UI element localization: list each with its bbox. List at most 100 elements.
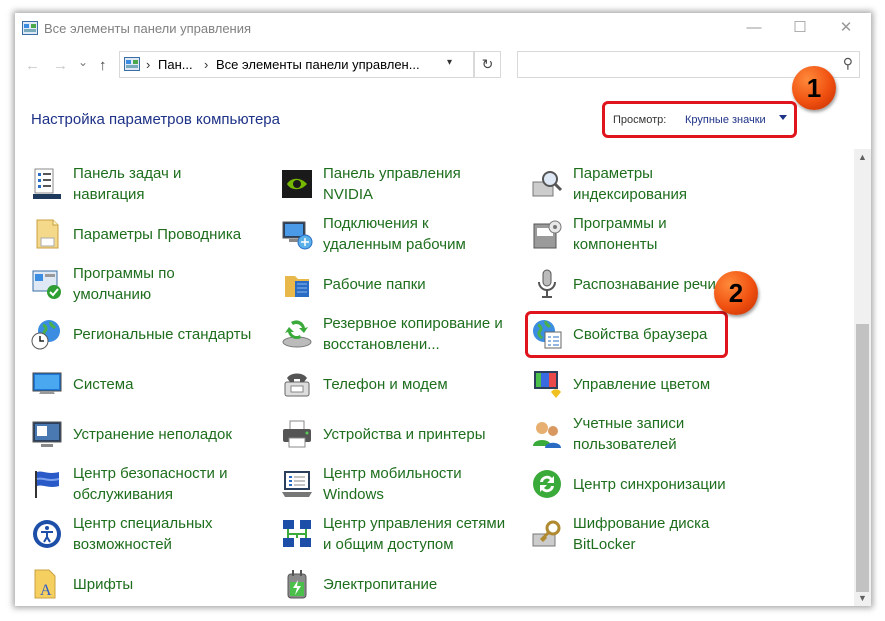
indexing-icon: [532, 171, 563, 197]
refresh-button[interactable]: ↻: [474, 51, 501, 78]
default-programs-icon: [32, 270, 61, 299]
item-label: Устройства и принтеры: [323, 425, 486, 443]
item-label: Система: [73, 375, 134, 393]
maximize-button[interactable]: ☐: [777, 13, 823, 43]
item-label: Панель управления NVIDIA: [323, 165, 461, 203]
view-by-label: Просмотр:: [613, 114, 667, 126]
item-system[interactable]: Система: [31, 362, 261, 406]
chevron-down-icon[interactable]: [779, 115, 787, 120]
region-icon: [31, 320, 60, 350]
item-accessibility[interactable]: Центр специальных возможностей: [31, 512, 261, 556]
work-folders-icon: [285, 276, 309, 297]
bitlocker-icon: [532, 520, 561, 547]
item-label: Распознавание речи: [573, 275, 716, 293]
window-title: Все элементы панели управления: [44, 21, 252, 36]
item-devices-printers[interactable]: Устройства и принтеры: [281, 412, 521, 456]
up-button[interactable]: ↑: [99, 57, 107, 74]
system-icon: [32, 372, 62, 394]
item-nvidia[interactable]: Панель управления NVIDIA: [281, 162, 521, 206]
item-label: Панель задач и навигация: [73, 165, 182, 203]
item-label: Телефон и модем: [323, 375, 448, 393]
item-label: Подключения к удаленным рабочим: [323, 215, 466, 253]
item-mobility-center[interactable]: Центр мобильности Windows: [281, 462, 521, 506]
item-label: Шифрование диска BitLocker: [573, 515, 710, 553]
troubleshooting-icon: [32, 421, 62, 447]
item-label: Учетные записи пользователей: [573, 415, 685, 453]
phone-modem-icon: [284, 373, 310, 397]
microphone-icon: [538, 269, 556, 298]
scrollbar-thumb[interactable]: [856, 324, 869, 592]
item-network-center[interactable]: Центр управления сетями и общим доступом: [281, 512, 521, 556]
item-label: Рабочие папки: [323, 275, 426, 293]
item-power-options[interactable]: Электропитание: [281, 562, 521, 606]
address-dropdown-icon[interactable]: ▾: [447, 57, 452, 68]
item-label: Программы и компоненты: [573, 215, 667, 253]
highlight-internet-options: [525, 311, 728, 358]
control-panel-icon: [124, 57, 140, 71]
scroll-up-icon[interactable]: ▲: [858, 152, 867, 162]
item-user-accounts[interactable]: Учетные записи пользователей: [531, 412, 771, 456]
item-label: Центр специальных возможностей: [73, 515, 213, 553]
sync-icon: [533, 470, 561, 498]
item-phone-modem[interactable]: Телефон и модем: [281, 362, 521, 406]
forward-button[interactable]: →: [53, 57, 68, 74]
back-button[interactable]: ←: [25, 57, 40, 74]
breadcrumb-control-panel[interactable]: Пан...: [158, 57, 193, 72]
page-title: Настройка параметров компьютера: [31, 111, 280, 128]
control-panel-icon: [22, 21, 38, 35]
minimize-button[interactable]: —: [731, 13, 777, 43]
breadcrumb-separator: ›: [146, 57, 151, 72]
printer-icon: [283, 420, 311, 448]
item-default-programs[interactable]: Программы по умолчанию: [31, 262, 261, 306]
item-color-management[interactable]: Управление цветом: [531, 362, 771, 406]
network-icon: [283, 520, 311, 547]
color-management-icon: [534, 371, 561, 398]
item-work-folders[interactable]: Рабочие папки: [281, 262, 521, 306]
address-bar[interactable]: › Пан... › Все элементы панели управлен.…: [119, 51, 474, 78]
folder-options-icon: [36, 219, 59, 249]
taskbar-icon: [33, 168, 61, 199]
backup-icon: [282, 320, 312, 348]
title-bar: Все элементы панели управления — ☐ ✕: [15, 13, 871, 45]
view-by-value[interactable]: Крупные значки: [685, 114, 766, 126]
fonts-icon: A: [34, 569, 56, 599]
item-folder-options[interactable]: Параметры Проводника: [31, 212, 261, 256]
item-backup[interactable]: Резервное копирование и восстановлени...: [281, 312, 521, 356]
programs-icon: [533, 220, 562, 249]
vertical-scrollbar[interactable]: ▲ ▼: [854, 149, 871, 606]
item-indexing[interactable]: Параметры индексирования: [531, 162, 771, 206]
item-label: Шрифты: [73, 575, 134, 593]
item-label: Региональные стандарты: [73, 325, 252, 343]
svg-text:A: A: [40, 582, 52, 599]
item-label: Устранение неполадок: [73, 425, 232, 443]
item-region[interactable]: Региональные стандарты: [31, 312, 261, 356]
item-bitlocker[interactable]: Шифрование диска BitLocker: [531, 512, 771, 556]
item-label: Электропитание: [323, 575, 438, 593]
annotation-badge-1: 1: [792, 66, 836, 110]
item-troubleshooting[interactable]: Устранение неполадок: [31, 412, 261, 456]
nvidia-icon: [282, 170, 312, 198]
close-button[interactable]: ✕: [823, 13, 869, 43]
breadcrumb-separator: ›: [204, 57, 209, 72]
item-label: Резервное копирование и восстановлени...: [323, 315, 503, 353]
item-sync-center[interactable]: Центр синхронизации: [531, 462, 771, 506]
item-label: Параметры индексирования: [573, 165, 687, 203]
item-security-maintenance[interactable]: Центр безопасности и обслуживания: [31, 462, 261, 506]
search-icon: ⚲: [842, 55, 853, 71]
power-icon: [287, 570, 307, 599]
user-accounts-icon: [533, 422, 561, 448]
item-fonts[interactable]: A Шрифты: [31, 562, 261, 606]
view-by-selector[interactable]: Просмотр: Крупные значки: [602, 101, 797, 138]
item-taskbar[interactable]: Панель задач и навигация: [31, 162, 261, 206]
item-label: Программы по умолчанию: [73, 265, 175, 303]
remote-desktop-icon: [282, 221, 313, 250]
breadcrumb-all-items[interactable]: Все элементы панели управлен...: [216, 57, 420, 72]
item-remote-desktop[interactable]: Подключения к удаленным рабочим: [281, 212, 521, 256]
item-label: Управление цветом: [573, 375, 711, 393]
recent-locations-dropdown[interactable]: ⌄: [78, 55, 88, 69]
item-programs-features[interactable]: Программы и компоненты: [531, 212, 771, 256]
item-label: Центр управления сетями и общим доступом: [323, 515, 506, 553]
scroll-down-icon[interactable]: ▼: [858, 593, 867, 603]
annotation-badge-2: 2: [714, 271, 758, 315]
item-label: Центр мобильности Windows: [323, 465, 462, 503]
